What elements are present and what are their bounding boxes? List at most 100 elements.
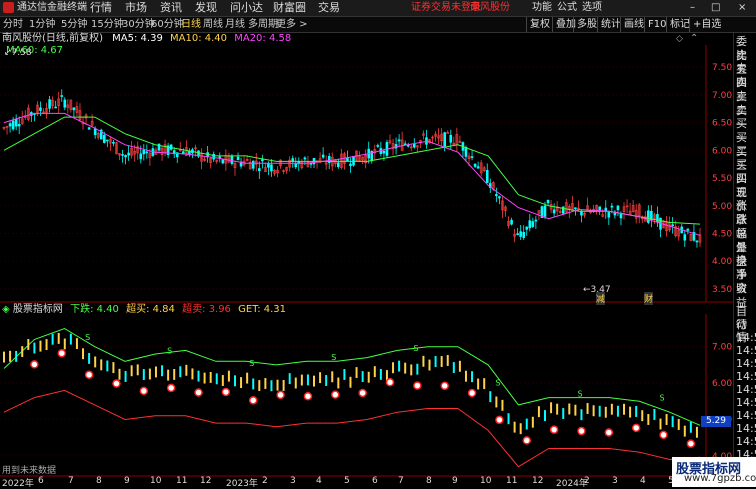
sell-marker-icon: S [85, 333, 90, 342]
candle-body [376, 145, 380, 147]
candle-body [683, 234, 687, 241]
sell-marker-icon: S [331, 353, 336, 362]
price-tick: 5.00 [712, 202, 732, 212]
buy-marker-icon [30, 360, 39, 369]
buy-marker-icon [467, 388, 477, 398]
candle-body [11, 120, 15, 130]
candle-body [498, 196, 501, 199]
y-tick-labels: 7.50 7.00 6.50 6.00 5.50 5.00 4.50 4.00 3.50 7.00… [712, 63, 732, 462]
candle-body [17, 123, 21, 127]
sell-marker-icon: S [413, 344, 418, 353]
price-tick: 6.00 [712, 146, 732, 156]
ind-tick: 6.00 [712, 379, 732, 389]
candle-body [14, 118, 18, 127]
buy-marker-icon [57, 348, 66, 358]
buy-marker-icon [84, 370, 94, 380]
candle-body [671, 224, 674, 227]
tick-panel: 自动行情14:514:514:514:514:514:514:514:514:5… [733, 303, 756, 478]
price-tick: 7.00 [712, 91, 732, 101]
candle-body [616, 205, 620, 211]
candle-body [294, 163, 298, 168]
future-data-warning: 用到未来数据 [2, 466, 57, 476]
date-tick-16: 9 [452, 476, 458, 486]
price-tick: 4.00 [712, 257, 732, 267]
candle-body [519, 231, 522, 237]
price-tick: 5.50 [712, 174, 732, 184]
buy-marker-icon [248, 396, 258, 405]
event-reduce-badge[interactable]: 减 [596, 292, 606, 305]
date-tick-22: 3 [612, 476, 618, 486]
current-indicator-value: 5.29 [701, 416, 731, 427]
candle-body [139, 153, 143, 160]
close-button[interactable]: × [738, 0, 746, 16]
candle-body [574, 207, 577, 210]
buy-marker-icon [358, 388, 367, 398]
buy-marker-icon [659, 430, 668, 440]
candle-body [106, 139, 109, 142]
candle-body [303, 157, 307, 160]
high-price-label: ↙7.58 [4, 48, 32, 58]
overbought-line [3, 327, 701, 426]
candle-body [470, 156, 474, 158]
date-tick-12: 5 [344, 476, 350, 486]
candle-body [476, 166, 480, 169]
candle-body [598, 206, 602, 211]
tick-row-6: 14:5 [736, 383, 756, 396]
ma20-line [3, 112, 701, 236]
candle-body [258, 168, 261, 172]
candle-body [522, 231, 526, 238]
event-finance-badge[interactable]: 财 [644, 292, 654, 305]
candle-body [485, 170, 489, 183]
candle-body [561, 206, 565, 214]
candle-body [127, 152, 130, 156]
date-tick-13: 6 [372, 476, 378, 486]
price-grid [0, 66, 706, 290]
kline-chart[interactable]: S S S S S S S S 7.50 7.00 6.50 6.00 5.50 5.00 4.50 4.0… [0, 0, 733, 477]
candle-body [60, 95, 64, 97]
tick-row-2: 14:5 [736, 331, 756, 344]
buy-marker-icon [303, 391, 313, 401]
buy-marker-icon [631, 423, 641, 433]
ma-lines [3, 112, 701, 236]
date-tick-5: 10 [150, 476, 162, 486]
date-tick-3: 8 [96, 476, 102, 486]
candle-body [525, 226, 529, 230]
candle-body [528, 220, 532, 229]
price-tick: 7.50 [712, 63, 732, 73]
candle-body [39, 107, 42, 111]
candle-body [510, 219, 513, 225]
buy-marker-icon [276, 390, 285, 400]
candle-body [449, 134, 453, 143]
candle-body [102, 134, 106, 143]
date-tick-17: 10 [480, 476, 492, 486]
candle-body [63, 99, 67, 108]
buy-marker-icon [331, 390, 340, 399]
price-tick: 6.50 [712, 119, 732, 129]
candle-body [8, 123, 12, 127]
date-tick-4: 9 [124, 476, 130, 486]
candle-body [349, 163, 352, 166]
candle-body [546, 199, 550, 204]
buy-marker-icon [522, 436, 532, 445]
candle-body [72, 107, 76, 111]
buy-marker-icon [221, 387, 231, 397]
quote-panel: 委比 卖五 卖四 卖三 卖二 卖一 买一 买二 买三 买四 买五 现价 涨跌 涨幅 总量 外盘 换手 净资 收益 [733, 33, 756, 309]
candle-body [270, 164, 273, 172]
buy-marker-icon [549, 425, 559, 434]
tick-row-4: 14:5 [736, 357, 756, 370]
candle-body [607, 211, 611, 218]
oversold-line [3, 389, 701, 468]
buy-marker-icon [440, 381, 449, 391]
buy-marker-icon [577, 426, 586, 436]
date-tick-19: 12 [532, 476, 544, 486]
candle-body [647, 210, 650, 223]
sell-marker-icon: S [495, 378, 500, 387]
date-tick-0: 2022年 [2, 479, 34, 489]
candle-body [543, 205, 547, 217]
candle-body [121, 154, 124, 156]
price-tick: 3.50 [712, 285, 732, 295]
tick-row-3: 14:5 [736, 344, 756, 357]
date-tick-23: 4 [640, 476, 646, 486]
date-axis: 2022年 6 7 8 9 10 11 12 2023年 2 3 4 5 6 7 8 9 10 11 12 2024年 2… [0, 476, 733, 489]
candle-body [261, 159, 264, 162]
